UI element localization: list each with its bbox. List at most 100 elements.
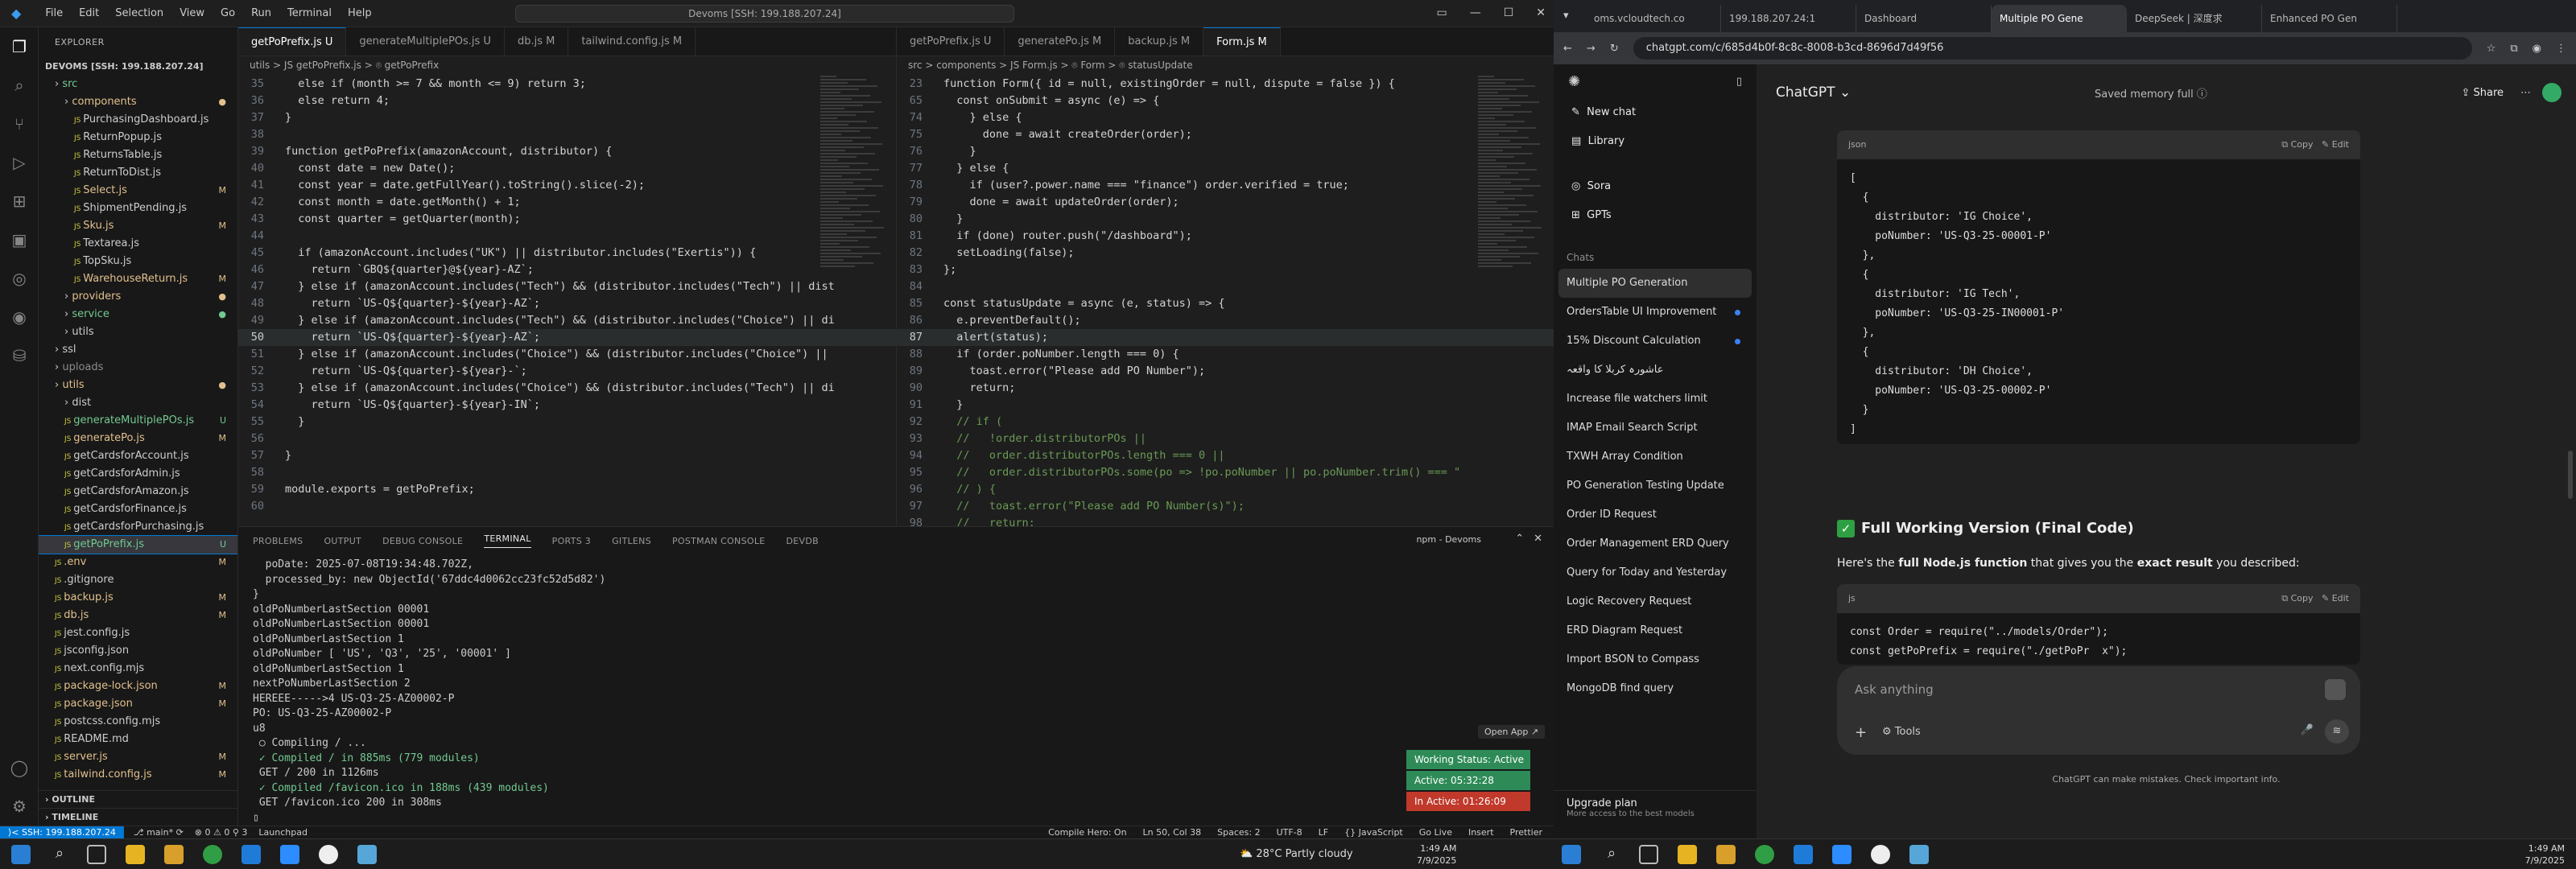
settings-gear-icon[interactable]: ⚙ (0, 787, 39, 826)
search-icon[interactable]: ⌕ (50, 845, 69, 864)
status-item[interactable]: LF (1319, 826, 1328, 838)
browser-tab[interactable]: 199.188.207.24:1 (1721, 5, 1856, 32)
browser-tab[interactable]: Multiple PO Gene (1992, 5, 2127, 32)
branch-indicator[interactable]: ⎇ main* ⟳ (134, 826, 184, 838)
chrome-icon-2[interactable] (1755, 845, 1774, 864)
panel-tab-gitlens[interactable]: GITLENS (612, 536, 651, 546)
search-icon-2[interactable]: ⌕ (1602, 845, 1621, 864)
library-button[interactable]: ▤ Library (1554, 127, 1757, 156)
editor-tab[interactable]: db.js M (505, 27, 569, 56)
chrome-menu-icon[interactable]: ⋮ (2556, 43, 2566, 55)
editor-tab[interactable]: backup.js M (1115, 27, 1204, 56)
start-icon-2[interactable] (1562, 845, 1581, 864)
address-bar[interactable]: chatgpt.com/c/685d4b0f-8c8c-8008-b3cd-86… (1633, 37, 2472, 60)
chat-history-item[interactable]: ERD Diagram Request (1554, 616, 1757, 645)
minimize-icon[interactable]: — (1470, 6, 1481, 19)
tree-item[interactable]: JS getCardsforAmazon.js (39, 483, 237, 500)
panel-tab-terminal[interactable]: TERMINAL (484, 533, 531, 548)
tree-item[interactable]: JS server.js M (39, 748, 237, 766)
source-control-icon[interactable]: ⑂ (0, 105, 39, 143)
remote-explorer-icon[interactable]: ▣ (0, 220, 39, 259)
browser-tab[interactable]: Dashboard (1856, 5, 1992, 32)
copy-button[interactable]: ⧉ Copy (2281, 139, 2313, 150)
editor-tab[interactable]: Form.js M (1203, 27, 1281, 56)
minimap[interactable] (1478, 74, 1542, 525)
status-item[interactable]: Spaces: 2 (1217, 826, 1260, 838)
chat-history-item[interactable]: PO Generation Testing Update (1554, 472, 1757, 500)
minimap[interactable] (820, 74, 885, 525)
status-item[interactable]: Ln 50, Col 38 (1143, 826, 1202, 838)
status-item[interactable]: UTF-8 (1277, 826, 1302, 838)
timeline-section[interactable]: › TIMELINE (39, 808, 237, 826)
right-code-area[interactable]: 23 function Form({ id = null, existingOrd… (897, 74, 1554, 526)
browser-tab[interactable]: Enhanced PO Gen (2262, 5, 2397, 32)
chat-history-item[interactable]: Query for Today and Yesterday (1554, 558, 1757, 587)
status-toast[interactable]: Active: 05:32:28 (1406, 771, 1530, 790)
chat-history-item[interactable]: Logic Recovery Request (1554, 587, 1757, 616)
tree-item[interactable]: JS tailwind.config.js M (39, 766, 237, 784)
panel-tab-debug[interactable]: DEBUG CONSOLE (382, 536, 463, 546)
run-debug-icon[interactable]: ▷ (0, 143, 39, 182)
panel-tab-problems[interactable]: PROBLEMS (253, 536, 303, 546)
tree-item[interactable]: › utils ● (39, 377, 237, 394)
app-icon[interactable] (357, 845, 377, 864)
scrollbar[interactable] (2568, 451, 2573, 499)
tree-item[interactable]: › ssl (39, 341, 237, 359)
chat-history-item[interactable]: IMAP Email Search Script (1554, 414, 1757, 443)
zoom-icon[interactable] (280, 845, 299, 864)
share-button[interactable]: ⇪ Share (2461, 87, 2504, 99)
tree-item[interactable]: JS generateMultiplePOs.js U (39, 412, 237, 430)
status-item[interactable]: {} JavaScript (1344, 826, 1403, 838)
terminal-output[interactable]: poDate: 2025-07-08T19:34:48.702Z, proces… (238, 554, 1554, 829)
tree-item[interactable]: › dist (39, 394, 237, 412)
editor-tab[interactable]: getPoPrefix.js U (897, 27, 1005, 56)
maximize-panel-icon[interactable]: ⌃ (1515, 533, 1524, 545)
menu-item-go[interactable]: Go (213, 7, 243, 19)
forward-icon[interactable]: → (1587, 43, 1596, 55)
tree-item[interactable]: JS ReturnToDist.js (39, 164, 237, 182)
tree-item[interactable]: › components ● (39, 93, 237, 111)
chat-history-item[interactable]: MongoDB find query (1554, 674, 1757, 703)
reload-icon[interactable]: ↻ (1610, 43, 1619, 55)
menu-item-edit[interactable]: Edit (71, 7, 107, 19)
menu-item-view[interactable]: View (171, 7, 213, 19)
status-item[interactable]: Compile Hero: On (1048, 826, 1126, 838)
tree-item[interactable]: JS package.json M (39, 695, 237, 713)
tree-item[interactable]: JS ReturnsTable.js (39, 146, 237, 164)
problems-indicator[interactable]: ⊗ 0 ⚠ 0 ⚲ 3 (195, 826, 248, 838)
status-toast[interactable]: In Active: 01:26:09 (1406, 792, 1530, 811)
tab-search-icon[interactable]: ▾ (1563, 10, 1569, 22)
tree-item[interactable]: JS generatePo.js M (39, 430, 237, 447)
new-chat-button[interactable]: ✎ New chat (1554, 98, 1757, 127)
explorer-root[interactable]: DEVOMS [SSH: 199.188.207.24] (39, 58, 237, 76)
tree-item[interactable]: JS PurchasingDashboard.js (39, 111, 237, 129)
tree-item[interactable]: JS getPoPrefix.js U (39, 535, 237, 554)
chat-history-item[interactable]: Increase file watchers limit (1554, 385, 1757, 414)
tree-item[interactable]: JS next.config.mjs (39, 660, 237, 677)
tree-item[interactable]: › service ● (39, 306, 237, 323)
memory-status[interactable]: Saved memory full ⓘ (2095, 85, 2207, 101)
tree-item[interactable]: JS getCardsforAccount.js (39, 447, 237, 465)
add-icon[interactable]: + (1855, 724, 1867, 741)
extensions-puzzle-icon[interactable]: ⧉ (2510, 43, 2517, 55)
tree-item[interactable]: › src (39, 76, 237, 93)
chat-history-item[interactable]: OrdersTable UI Improvement (1554, 298, 1757, 327)
tree-item[interactable]: JS postcss.config.mjs (39, 713, 237, 731)
close-icon[interactable]: ✕ (1536, 6, 1546, 19)
tree-item[interactable]: JS TopSku.js (39, 253, 237, 270)
file-explorer-icon-2[interactable] (1678, 845, 1697, 864)
voice-mode-icon[interactable]: ≋ (2325, 719, 2349, 743)
status-toast[interactable]: Working Status: Active (1406, 750, 1530, 769)
explorer-icon[interactable]: ❐ (0, 27, 39, 66)
close-sidebar-icon[interactable]: ▯ (1736, 76, 1742, 88)
prompt-input[interactable]: Ask anything (1855, 682, 1934, 697)
open-app-button[interactable]: Open App ↗ (1478, 725, 1546, 739)
tree-item[interactable]: JS ReturnPopup.js (39, 129, 237, 146)
github-desktop-icon-2[interactable] (1871, 845, 1890, 864)
vscode-icon[interactable] (242, 845, 261, 864)
close-panel-icon[interactable]: ✕ (1534, 533, 1542, 545)
editor-tab[interactable]: getPoPrefix.js U (238, 27, 347, 56)
zoom-icon-2[interactable] (1832, 845, 1852, 864)
bookmark-star-icon[interactable]: ☆ (2487, 43, 2496, 55)
panel-tab-ports[interactable]: PORTS 3 (552, 536, 591, 546)
